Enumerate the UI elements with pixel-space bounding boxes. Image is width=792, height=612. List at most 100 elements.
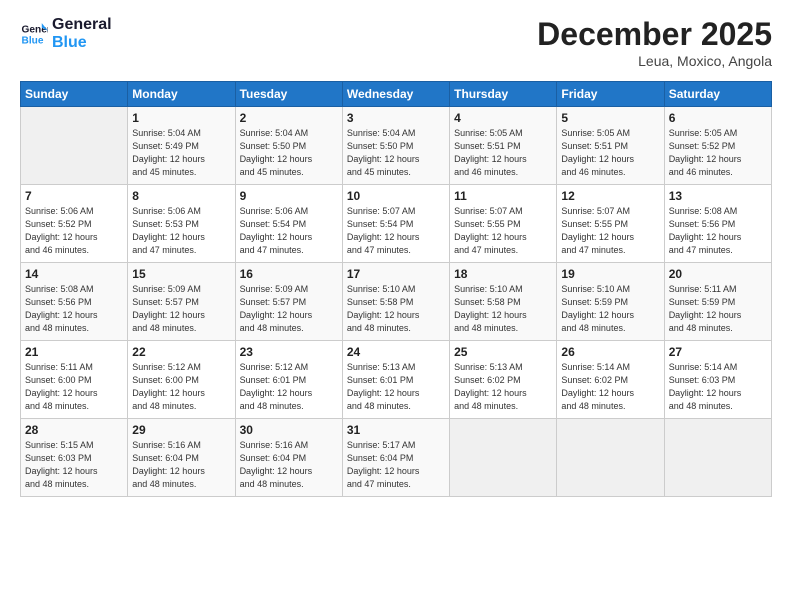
day-number: 5	[561, 111, 659, 125]
day-cell: 18 Sunrise: 5:10 AM Sunset: 5:58 PM Dayli…	[450, 263, 557, 341]
day-cell: 22 Sunrise: 5:12 AM Sunset: 6:00 PM Dayli…	[128, 341, 235, 419]
day-info: Sunrise: 5:08 AM Sunset: 5:56 PM Dayligh…	[669, 205, 767, 257]
day-cell	[557, 419, 664, 497]
day-number: 22	[132, 345, 230, 359]
day-number: 20	[669, 267, 767, 281]
day-info: Sunrise: 5:16 AM Sunset: 6:04 PM Dayligh…	[132, 439, 230, 491]
day-number: 11	[454, 189, 552, 203]
day-number: 31	[347, 423, 445, 437]
day-cell: 26Sunrise: 5:14 AM Sunset: 6:02 PM Dayli…	[557, 341, 664, 419]
day-number: 25	[454, 345, 552, 359]
day-number: 30	[240, 423, 338, 437]
day-info: Sunrise: 5:09 AM Sunset: 5:57 PM Dayligh…	[132, 283, 230, 335]
day-number: 21	[25, 345, 123, 359]
day-cell: 24Sunrise: 5:13 AM Sunset: 6:01 PM Dayli…	[342, 341, 449, 419]
day-cell: 23 Sunrise: 5:12 AM Sunset: 6:01 PM Dayli…	[235, 341, 342, 419]
day-info: Sunrise: 5:17 AM Sunset: 6:04 PM Dayligh…	[347, 439, 445, 491]
day-cell	[450, 419, 557, 497]
day-cell: 19 Sunrise: 5:10 AM Sunset: 5:59 PM Dayli…	[557, 263, 664, 341]
day-info: Sunrise: 5:05 AM Sunset: 5:51 PM Dayligh…	[561, 127, 659, 179]
day-info: Sunrise: 5:07 AM Sunset: 5:55 PM Dayligh…	[454, 205, 552, 257]
logo-line2: Blue	[52, 34, 112, 52]
col-header-thursday: Thursday	[450, 82, 557, 107]
day-info: Sunrise: 5:12 AM Sunset: 6:00 PM Dayligh…	[132, 361, 230, 413]
day-number: 7	[25, 189, 123, 203]
day-cell: 28 Sunrise: 5:15 AM Sunset: 6:03 PM Dayli…	[21, 419, 128, 497]
day-number: 13	[669, 189, 767, 203]
day-number: 3	[347, 111, 445, 125]
day-cell: 27 Sunrise: 5:14 AM Sunset: 6:03 PM Dayli…	[664, 341, 771, 419]
day-number: 15	[132, 267, 230, 281]
day-info: Sunrise: 5:13 AM Sunset: 6:02 PM Dayligh…	[454, 361, 552, 413]
day-number: 6	[669, 111, 767, 125]
day-number: 8	[132, 189, 230, 203]
day-number: 24	[347, 345, 445, 359]
day-cell: 1 Sunrise: 5:04 AM Sunset: 5:49 PM Daylig…	[128, 107, 235, 185]
day-cell: 12Sunrise: 5:07 AM Sunset: 5:55 PM Dayli…	[557, 185, 664, 263]
week-row-4: 28 Sunrise: 5:15 AM Sunset: 6:03 PM Dayli…	[21, 419, 772, 497]
svg-text:Blue: Blue	[22, 35, 44, 46]
day-info: Sunrise: 5:07 AM Sunset: 5:54 PM Dayligh…	[347, 205, 445, 257]
day-cell: 6 Sunrise: 5:05 AM Sunset: 5:52 PM Daylig…	[664, 107, 771, 185]
day-cell: 20 Sunrise: 5:11 AM Sunset: 5:59 PM Dayli…	[664, 263, 771, 341]
col-header-saturday: Saturday	[664, 82, 771, 107]
day-info: Sunrise: 5:15 AM Sunset: 6:03 PM Dayligh…	[25, 439, 123, 491]
day-info: Sunrise: 5:09 AM Sunset: 5:57 PM Dayligh…	[240, 283, 338, 335]
day-number: 27	[669, 345, 767, 359]
day-number: 23	[240, 345, 338, 359]
day-info: Sunrise: 5:04 AM Sunset: 5:50 PM Dayligh…	[347, 127, 445, 179]
col-header-friday: Friday	[557, 82, 664, 107]
day-number: 12	[561, 189, 659, 203]
day-info: Sunrise: 5:04 AM Sunset: 5:49 PM Dayligh…	[132, 127, 230, 179]
day-cell: 8 Sunrise: 5:06 AM Sunset: 5:53 PM Daylig…	[128, 185, 235, 263]
col-header-sunday: Sunday	[21, 82, 128, 107]
day-number: 14	[25, 267, 123, 281]
week-row-0: 1 Sunrise: 5:04 AM Sunset: 5:49 PM Daylig…	[21, 107, 772, 185]
day-cell: 31 Sunrise: 5:17 AM Sunset: 6:04 PM Dayli…	[342, 419, 449, 497]
day-number: 19	[561, 267, 659, 281]
day-cell: 15 Sunrise: 5:09 AM Sunset: 5:57 PM Dayli…	[128, 263, 235, 341]
day-number: 1	[132, 111, 230, 125]
day-info: Sunrise: 5:11 AM Sunset: 5:59 PM Dayligh…	[669, 283, 767, 335]
day-info: Sunrise: 5:11 AM Sunset: 6:00 PM Dayligh…	[25, 361, 123, 413]
week-row-1: 7 Sunrise: 5:06 AM Sunset: 5:52 PM Daylig…	[21, 185, 772, 263]
month-title: December 2025	[537, 16, 772, 53]
week-row-2: 14 Sunrise: 5:08 AM Sunset: 5:56 PM Dayli…	[21, 263, 772, 341]
page: General Blue General Blue December 2025 …	[0, 0, 792, 612]
day-cell: 13 Sunrise: 5:08 AM Sunset: 5:56 PM Dayli…	[664, 185, 771, 263]
day-number: 2	[240, 111, 338, 125]
header-row: SundayMondayTuesdayWednesdayThursdayFrid…	[21, 82, 772, 107]
day-cell: 14 Sunrise: 5:08 AM Sunset: 5:56 PM Dayli…	[21, 263, 128, 341]
day-info: Sunrise: 5:08 AM Sunset: 5:56 PM Dayligh…	[25, 283, 123, 335]
location: Leua, Moxico, Angola	[537, 53, 772, 69]
day-info: Sunrise: 5:05 AM Sunset: 5:51 PM Dayligh…	[454, 127, 552, 179]
logo-icon: General Blue	[20, 20, 48, 48]
day-cell	[664, 419, 771, 497]
day-cell: 17Sunrise: 5:10 AM Sunset: 5:58 PM Dayli…	[342, 263, 449, 341]
day-info: Sunrise: 5:10 AM Sunset: 5:59 PM Dayligh…	[561, 283, 659, 335]
day-number: 29	[132, 423, 230, 437]
day-cell: 2Sunrise: 5:04 AM Sunset: 5:50 PM Daylig…	[235, 107, 342, 185]
week-row-3: 21 Sunrise: 5:11 AM Sunset: 6:00 PM Dayli…	[21, 341, 772, 419]
day-cell: 4Sunrise: 5:05 AM Sunset: 5:51 PM Daylig…	[450, 107, 557, 185]
day-info: Sunrise: 5:06 AM Sunset: 5:52 PM Dayligh…	[25, 205, 123, 257]
day-number: 18	[454, 267, 552, 281]
day-info: Sunrise: 5:06 AM Sunset: 5:53 PM Dayligh…	[132, 205, 230, 257]
day-info: Sunrise: 5:05 AM Sunset: 5:52 PM Dayligh…	[669, 127, 767, 179]
day-number: 26	[561, 345, 659, 359]
calendar-table: SundayMondayTuesdayWednesdayThursdayFrid…	[20, 81, 772, 497]
day-info: Sunrise: 5:14 AM Sunset: 6:03 PM Dayligh…	[669, 361, 767, 413]
day-number: 28	[25, 423, 123, 437]
day-cell: 30 Sunrise: 5:16 AM Sunset: 6:04 PM Dayli…	[235, 419, 342, 497]
day-info: Sunrise: 5:10 AM Sunset: 5:58 PM Dayligh…	[454, 283, 552, 335]
day-cell	[21, 107, 128, 185]
day-cell: 10 Sunrise: 5:07 AM Sunset: 5:54 PM Dayli…	[342, 185, 449, 263]
day-cell: 21 Sunrise: 5:11 AM Sunset: 6:00 PM Dayli…	[21, 341, 128, 419]
day-info: Sunrise: 5:16 AM Sunset: 6:04 PM Dayligh…	[240, 439, 338, 491]
day-cell: 9Sunrise: 5:06 AM Sunset: 5:54 PM Daylig…	[235, 185, 342, 263]
day-number: 9	[240, 189, 338, 203]
day-info: Sunrise: 5:12 AM Sunset: 6:01 PM Dayligh…	[240, 361, 338, 413]
header: General Blue General Blue December 2025 …	[20, 16, 772, 69]
day-number: 10	[347, 189, 445, 203]
day-info: Sunrise: 5:10 AM Sunset: 5:58 PM Dayligh…	[347, 283, 445, 335]
